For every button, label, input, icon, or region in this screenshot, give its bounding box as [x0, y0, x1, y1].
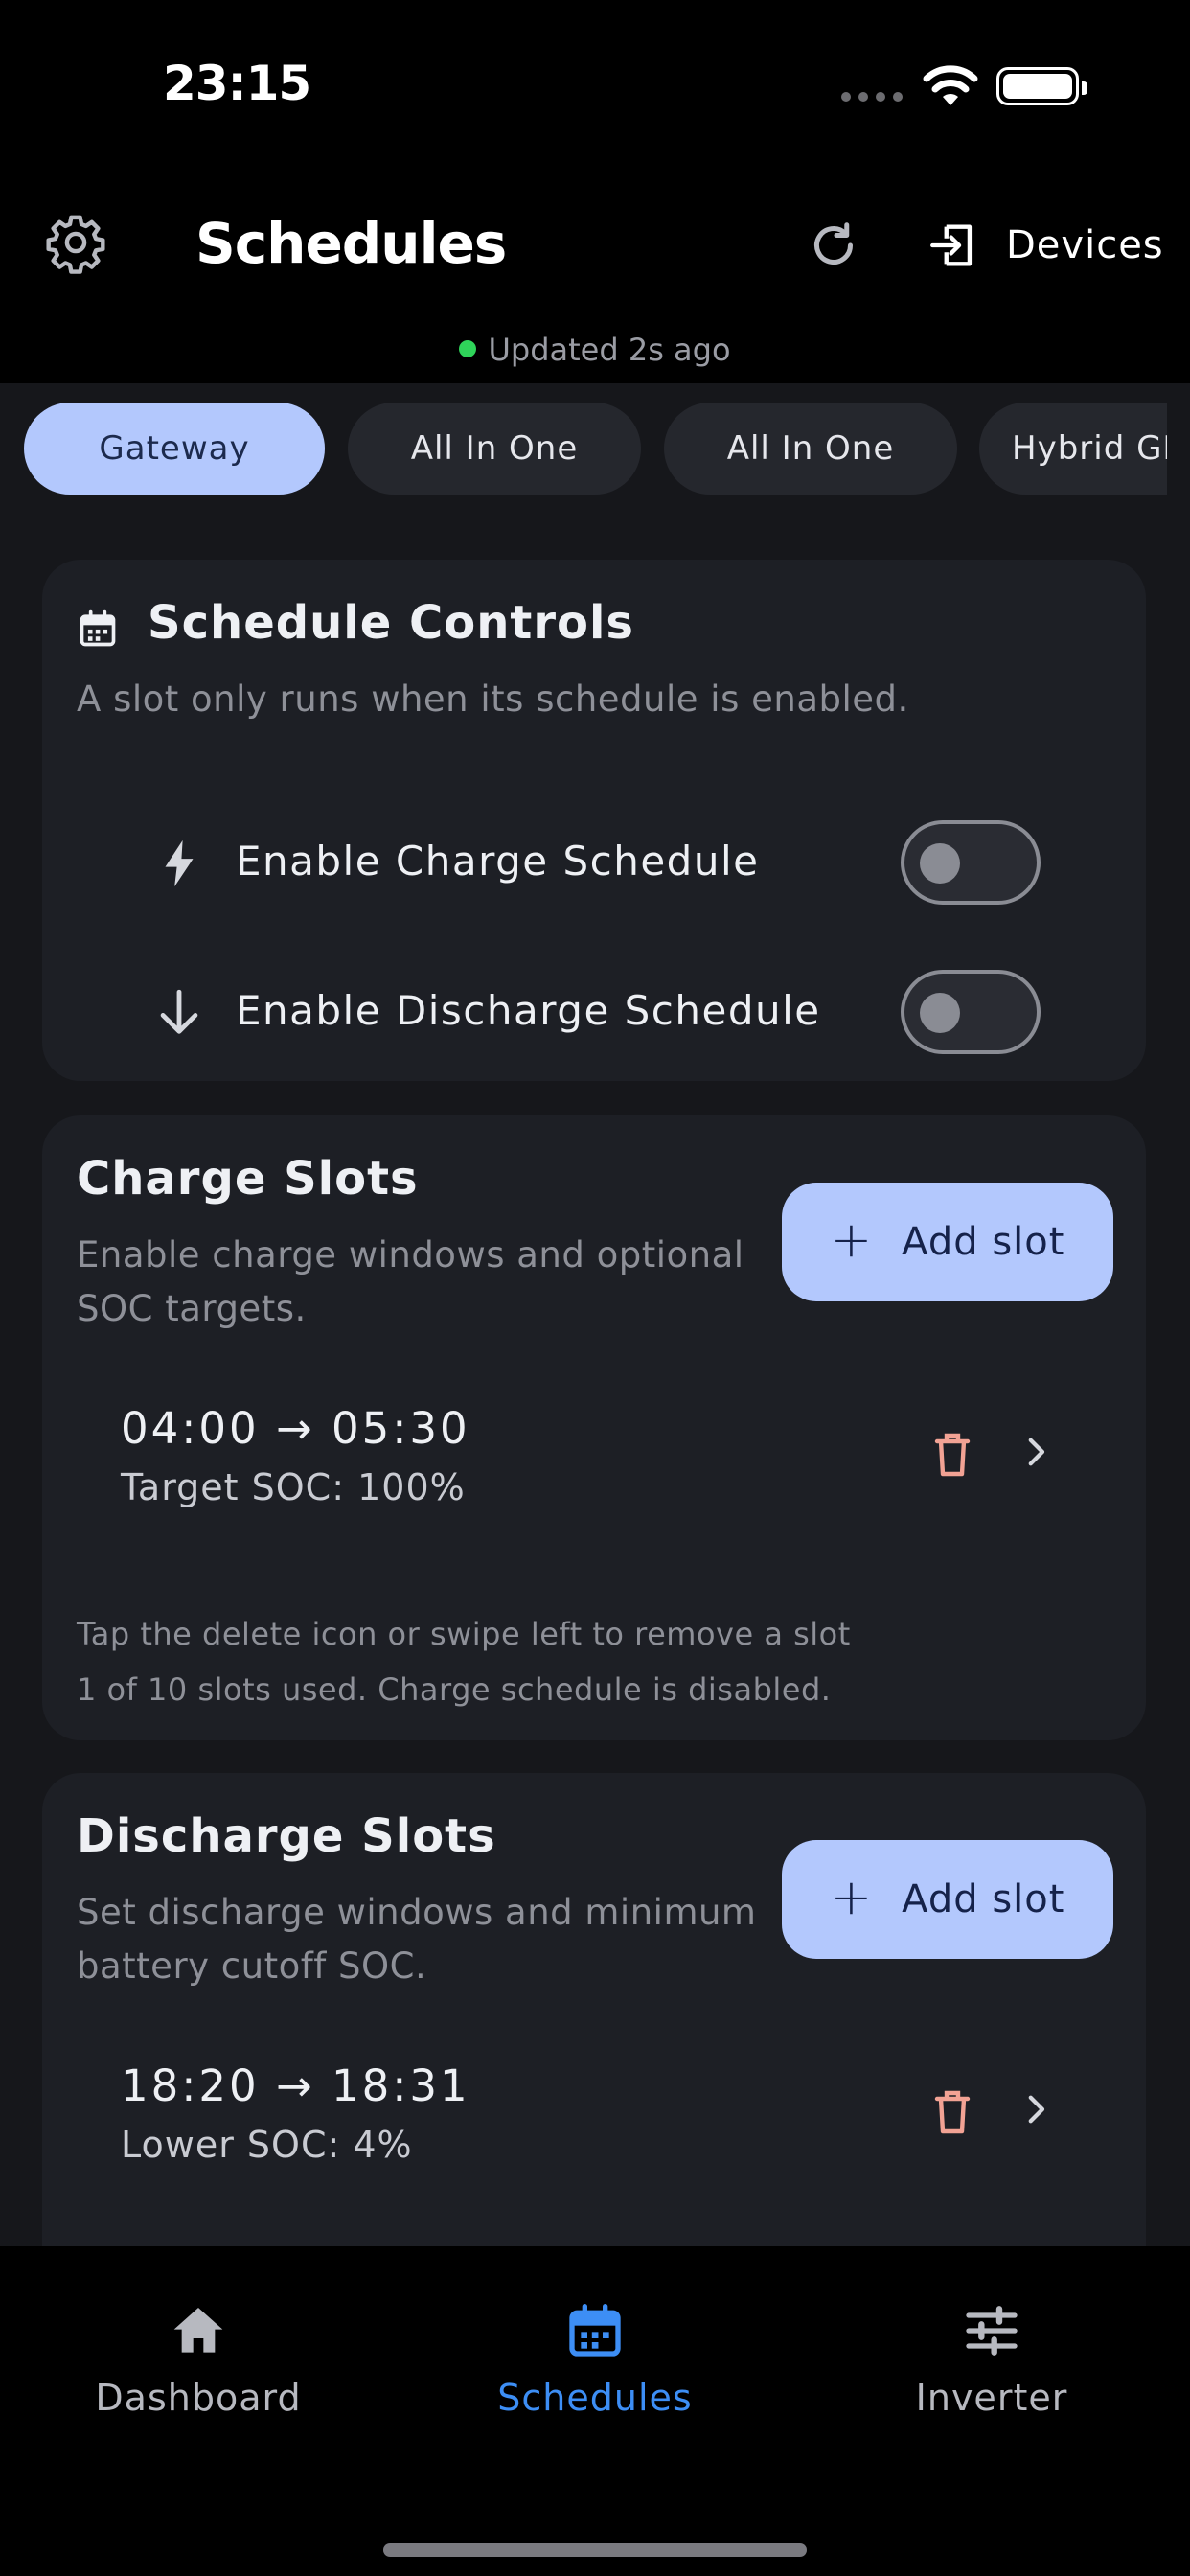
tab-label: Hybrid GEN [1012, 429, 1167, 468]
card-title: Discharge Slots [77, 1809, 496, 1863]
discharge-schedule-row[interactable]: Enable Discharge Schedule [77, 964, 1111, 1060]
slot-time: 18:20 → 18:31 [121, 2060, 470, 2111]
chevron-right-icon[interactable] [1016, 1432, 1056, 1472]
nav-dashboard[interactable]: Dashboard [55, 2300, 342, 2419]
subtitle-line: Enable charge windows and optional [77, 1234, 744, 1276]
login-icon [930, 224, 973, 266]
tab-hybrid-gen[interactable]: Hybrid GEN [979, 402, 1167, 494]
updated-status: Updated 2s ago [0, 332, 1190, 368]
discharge-slots-card: Discharge Slots Set discharge windows an… [42, 1773, 1146, 2246]
calendar-icon [80, 610, 116, 647]
page-title: Schedules [195, 211, 507, 276]
tab-label: All In One [726, 429, 895, 468]
cellular-signal-icon [841, 92, 904, 102]
slot-time: 04:00 → 05:30 [121, 1403, 470, 1454]
tab-gateway[interactable]: Gateway [24, 402, 325, 494]
device-tabs: Gateway All In One All In One Hybrid GEN [0, 402, 1167, 496]
bottom-nav: Dashboard Schedules Inverter [0, 2246, 1190, 2576]
tab-all-in-one-2[interactable]: All In One [664, 402, 957, 494]
plus-icon: + [830, 1211, 874, 1269]
devices-button[interactable]: Devices [926, 215, 1164, 276]
online-status-dot [459, 340, 477, 357]
calendar-icon [569, 2304, 621, 2357]
subtitle-line: SOC targets. [77, 1288, 307, 1329]
slot-soc: Lower SOC: 4% [121, 2124, 413, 2166]
subtitle-line: Set discharge windows and minimum [77, 1892, 757, 1933]
status-bar: 23:15 [0, 0, 1190, 172]
add-charge-slot-button[interactable]: + Add slot [782, 1183, 1113, 1301]
switch-knob [920, 993, 960, 1033]
sliders-icon [966, 2306, 1018, 2356]
discharge-schedule-switch[interactable] [901, 970, 1041, 1054]
card-subtitle: Enable charge windows and optional SOC t… [77, 1229, 744, 1336]
tab-label: All In One [410, 429, 579, 468]
switch-knob [920, 843, 960, 884]
app-header: Schedules Devices Updated 2s ago [0, 172, 1190, 383]
tab-all-in-one-1[interactable]: All In One [348, 402, 641, 494]
charge-schedule-row[interactable]: Enable Charge Schedule [77, 815, 1111, 910]
nav-schedules[interactable]: Schedules [451, 2300, 739, 2419]
tab-label: Gateway [99, 429, 250, 468]
nav-label: Inverter [915, 2377, 1068, 2419]
charge-slots-card: Charge Slots Enable charge windows and o… [42, 1116, 1146, 1740]
nav-label: Dashboard [95, 2377, 302, 2419]
schedule-controls-card: Schedule Controls A slot only runs when … [42, 560, 1146, 1081]
bolt-icon [165, 840, 194, 887]
delete-hint: Tap the delete icon or swipe left to rem… [77, 1616, 851, 1652]
home-icon [173, 2308, 223, 2353]
charge-slots-footnote: Tap the delete icon or swipe left to rem… [77, 1606, 851, 1717]
add-slot-label: Add slot [902, 1877, 1065, 1921]
gear-icon[interactable] [44, 211, 107, 274]
card-subtitle: A slot only runs when its schedule is en… [77, 678, 909, 720]
refresh-icon[interactable] [805, 217, 862, 274]
plus-icon: + [830, 1869, 874, 1926]
add-discharge-slot-button[interactable]: + Add slot [782, 1840, 1113, 1959]
trash-icon[interactable] [929, 1430, 975, 1480]
main-content: Gateway All In One All In One Hybrid GEN… [0, 383, 1190, 2246]
subtitle-line: battery cutoff SOC. [77, 1945, 427, 1987]
status-time: 23:15 [163, 56, 311, 111]
chevron-right-icon[interactable] [1016, 2089, 1056, 2129]
discharge-slot-item[interactable]: 18:20 → 18:31 Lower SOC: 4% [77, 2041, 1111, 2175]
card-title: Charge Slots [77, 1152, 419, 1206]
charge-schedule-switch[interactable] [901, 820, 1041, 905]
discharge-toggle-label: Enable Discharge Schedule [236, 987, 821, 1034]
devices-label: Devices [1006, 223, 1164, 267]
arrow-down-icon [160, 989, 198, 1034]
wifi-icon [923, 65, 978, 105]
slot-soc: Target SOC: 100% [121, 1466, 466, 1508]
charge-slot-item[interactable]: 04:00 → 05:30 Target SOC: 100% [77, 1384, 1111, 1518]
slot-usage: 1 of 10 slots used. Charge schedule is d… [77, 1671, 832, 1708]
updated-text: Updated 2s ago [488, 332, 731, 368]
add-slot-label: Add slot [902, 1220, 1065, 1264]
home-indicator[interactable] [383, 2543, 807, 2557]
nav-inverter[interactable]: Inverter [848, 2300, 1135, 2419]
trash-icon[interactable] [929, 2087, 975, 2137]
nav-label: Schedules [497, 2377, 693, 2419]
card-subtitle: Set discharge windows and minimum batter… [77, 1886, 756, 1993]
battery-icon [996, 67, 1087, 105]
charge-toggle-label: Enable Charge Schedule [236, 838, 760, 885]
card-title: Schedule Controls [148, 596, 634, 650]
